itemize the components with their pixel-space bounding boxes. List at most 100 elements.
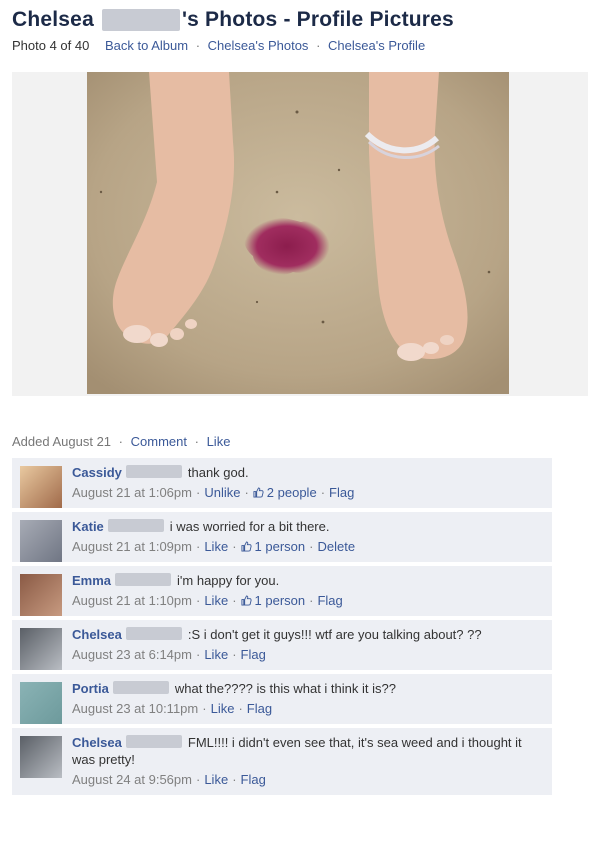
comment-text: thank god. [187,465,249,480]
comment-likes-link[interactable]: 1 person [240,593,306,608]
comment-author-link[interactable]: Cassidy [72,465,122,480]
comment-timestamp: August 23 at 10:11pm [72,701,199,716]
comment-body: Katie i was worried for a bit there. [72,518,544,535]
avatar[interactable] [20,628,62,670]
comment-timestamp: August 21 at 1:10pm [72,593,192,608]
avatar[interactable] [20,520,62,562]
separator: · [195,593,201,608]
comment-likes-count: 1 person [254,539,306,554]
comment-author-link[interactable]: Emma [72,573,111,588]
separator: · [232,772,237,787]
comment-likes-link[interactable]: 1 person [240,539,306,554]
comment-list: Cassidy thank god. August 21 at 1:06pm · Unl… [12,458,552,799]
comment-body: Chelsea :S i don't get it guys!!! wtf are… [72,626,544,643]
comment-flag-link[interactable]: Flag [329,485,354,500]
comment-timestamp: August 21 at 1:06pm [72,485,192,500]
like-link[interactable]: Like [207,434,231,449]
separator: · [195,485,201,500]
comment-author-link[interactable]: Chelsea [72,735,122,750]
redacted-surname [112,681,169,694]
comment-body: Emma i'm happy for you. [72,572,544,589]
comment-timestamp: August 21 at 1:09pm [72,539,192,554]
comment-author-link[interactable]: Chelsea [72,627,122,642]
separator: · [320,485,326,500]
comment-flag-link[interactable]: Flag [317,593,342,608]
comment-author-link[interactable]: Katie [72,519,104,534]
comment-text: :S i don't get it guys!!! wtf are you ta… [187,627,482,642]
photo-counter: Photo 4 of 40 [12,38,90,53]
separator: · [238,701,243,716]
thumbs-up-icon [240,541,252,552]
separator: · [232,647,237,662]
avatar[interactable] [20,466,62,508]
title-owner-name[interactable]: Chelsea [12,8,94,32]
avatar[interactable] [20,574,62,616]
comment-flag-link[interactable]: Flag [241,647,266,662]
comment-link[interactable]: Comment [131,434,187,449]
thumbs-up-icon [253,487,264,498]
comment-likes-count: 2 people [266,485,317,500]
comment-text: i was worried for a bit there. [169,519,330,534]
added-date: Added August 21 [12,434,112,449]
redacted-surname [101,9,180,31]
comment-item: Cassidy thank god. August 21 at 1:06pm · Unl… [12,458,552,508]
back-to-album-link[interactable]: Back to Album [105,38,188,53]
photo-meta: Added August 21 · Comment · Like [12,434,230,449]
separator: · [118,434,123,449]
comment-like-toggle[interactable]: Like [204,772,228,787]
comment-like-toggle[interactable]: Like [204,593,228,608]
comment-flag-link[interactable]: Flag [247,701,272,716]
comment-flag-link[interactable]: Flag [241,772,266,787]
separator: · [309,593,314,608]
comment-delete-link[interactable]: Delete [317,539,355,554]
comment-author-link[interactable]: Portia [72,681,109,696]
redacted-surname [125,735,182,748]
owner-profile-link[interactable]: Chelsea's Profile [328,38,425,53]
separator: · [195,539,201,554]
comment-meta: August 23 at 10:11pm · Like · Flag [72,700,544,717]
separator: · [232,593,237,608]
comment-meta: August 21 at 1:10pm · Like · 1 person · Flag [72,592,544,609]
separator: · [244,485,249,500]
comment-meta: August 21 at 1:06pm · Unlike · 2 people · Flag [72,484,544,501]
comment-timestamp: August 24 at 9:56pm [72,772,192,787]
comment-like-toggle[interactable]: Like [204,647,228,662]
comment-timestamp: August 23 at 6:14pm [72,647,192,662]
separator: · [316,38,321,53]
comment-body: Chelsea FML!!!! i didn't even see that, i… [72,734,544,768]
photo-navigation: Photo 4 of 40 Back to Album · Chelsea's … [12,38,592,53]
owner-photos-link[interactable]: Chelsea's Photos [208,38,309,53]
comment-body: Portia what the???? is this what i think … [72,680,544,697]
comment-text: i'm happy for you. [177,573,280,588]
comment-like-toggle[interactable]: Like [211,701,235,716]
avatar[interactable] [20,682,62,724]
separator: · [309,539,314,554]
comment-likes-count: 1 person [254,593,306,608]
comment-item: Katie i was worried for a bit there. Augus… [12,512,552,562]
comment-body: Cassidy thank god. [72,464,544,481]
comment-item: Portia what the???? is this what i think … [12,674,552,724]
separator: · [195,647,201,662]
photo-header: Chelsea 's Photos - Profile Pictures Pho… [12,8,592,53]
comment-item: Emma i'm happy for you. August 21 at 1:10p… [12,566,552,616]
separator: · [195,38,201,53]
comment-meta: August 24 at 9:56pm · Like · Flag [72,771,544,788]
separator: · [202,701,207,716]
redacted-surname [107,519,164,532]
comment-like-toggle[interactable]: Like [204,539,228,554]
avatar[interactable] [20,736,62,778]
comment-item: Chelsea FML!!!! i didn't even see that, i… [12,728,552,795]
redacted-surname [125,627,182,640]
photo-stage [12,72,588,396]
title-album: 's Photos - Profile Pictures [181,8,454,31]
redacted-surname [115,573,172,586]
comment-text: what the???? is this what i think it is?… [174,681,396,696]
thumbs-up-icon [240,595,252,606]
profile-photo[interactable] [87,72,509,394]
comment-meta: August 23 at 6:14pm · Like · Flag [72,646,544,663]
comment-item: Chelsea :S i don't get it guys!!! wtf are… [12,620,552,670]
comment-likes-link[interactable]: 2 people [253,485,317,500]
comment-like-toggle[interactable]: Unlike [204,485,240,500]
comment-meta: August 21 at 1:09pm · Like · 1 person · Delete [72,538,544,555]
separator: · [232,539,237,554]
